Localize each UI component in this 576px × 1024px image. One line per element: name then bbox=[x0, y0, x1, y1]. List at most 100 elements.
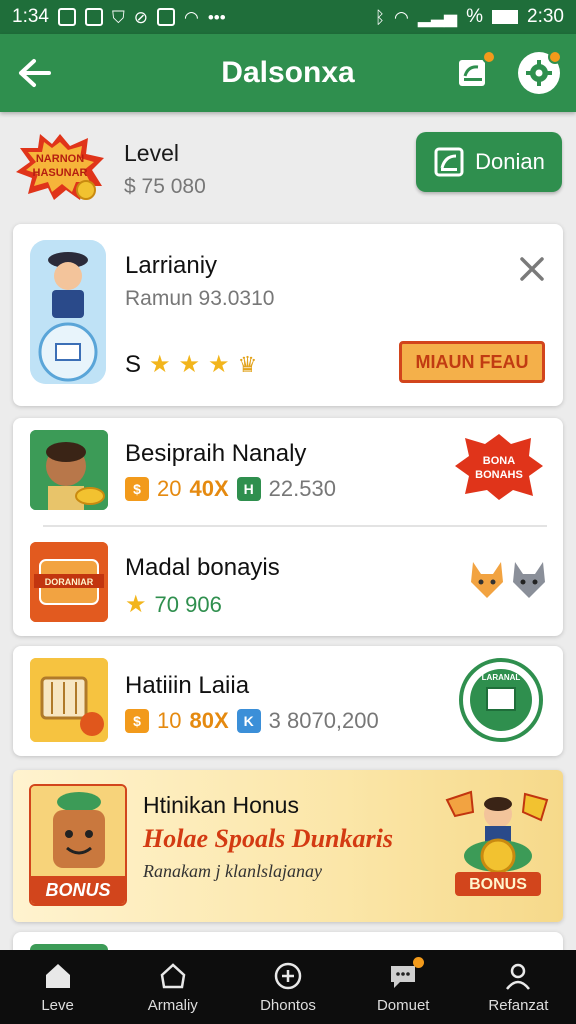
person-icon bbox=[506, 963, 531, 990]
multiplier: 40X bbox=[189, 476, 229, 501]
bonus-badge-icon: BONA BONAHS bbox=[455, 434, 543, 500]
list-item-title: Besipraih Nanaly bbox=[125, 440, 307, 467]
more-icon: ••• bbox=[207, 7, 226, 27]
list-divider bbox=[43, 525, 547, 527]
bluetooth-icon: ᛒ bbox=[374, 7, 386, 27]
notification-dot bbox=[548, 50, 562, 64]
pets-icon bbox=[467, 558, 551, 606]
featured-subtitle: Ramun 93.0310 bbox=[125, 287, 275, 310]
rating-prefix: S bbox=[125, 350, 142, 378]
donate-label: Donian bbox=[475, 149, 545, 174]
list-item[interactable]: DORANIAR Madal bonayis ★ 70 906 bbox=[13, 528, 563, 636]
close-icon[interactable] bbox=[517, 254, 547, 284]
level-badge-icon: NARNON HASUNAR bbox=[16, 134, 104, 200]
battery-icon bbox=[492, 10, 519, 24]
list-item-thumbnail bbox=[30, 658, 108, 742]
home-icon bbox=[45, 963, 70, 988]
house-outline-icon bbox=[160, 962, 186, 988]
promo-left-badge: BONUS bbox=[45, 880, 111, 900]
coin-chip-icon: $ bbox=[125, 477, 149, 501]
nav-item-dhontos[interactable]: Dhontos bbox=[230, 950, 345, 1024]
list-item-value: 70 906 bbox=[154, 591, 222, 617]
gallery-icon bbox=[156, 8, 175, 26]
notification-dot bbox=[482, 50, 496, 64]
wallet-button[interactable] bbox=[452, 50, 496, 94]
cat-icon bbox=[513, 562, 545, 598]
level-value: $ 75 080 bbox=[124, 175, 206, 198]
plus-circle-icon bbox=[274, 962, 302, 989]
status-time: 1:34 bbox=[12, 6, 49, 27]
bonus-chip-icon: K bbox=[236, 709, 261, 733]
nav-item-armaliy[interactable]: Armaliy bbox=[115, 950, 230, 1024]
list-card: Hatiiin Laiia $ 10 80X K 3 8070,200 LARA… bbox=[13, 646, 563, 756]
nav-label: Leve bbox=[41, 996, 74, 1014]
multiplier: 80X bbox=[189, 708, 229, 733]
amount: 3 8070,200 bbox=[268, 708, 379, 733]
list-item-thumbnail: DORANIAR bbox=[30, 542, 108, 622]
nav-item-refanzat[interactable]: Refanzat bbox=[461, 950, 576, 1024]
back-button[interactable] bbox=[0, 34, 70, 112]
featured-rating: S ★ ★ ★ ♛ bbox=[125, 350, 257, 379]
svg-text:DORANIAR: DORANIAR bbox=[45, 577, 94, 587]
star-icon: ★ bbox=[125, 591, 147, 618]
app-bar: Dalsonxa bbox=[0, 34, 576, 112]
chat-icon-wrap bbox=[388, 956, 425, 991]
cart-icon bbox=[30, 658, 108, 742]
list-item[interactable]: Besipraih Nanaly $ 20 40X H 22.530 BONA … bbox=[13, 418, 563, 526]
photo-icon bbox=[84, 8, 103, 26]
nav-label: Armaliy bbox=[147, 996, 198, 1014]
back-arrow-icon bbox=[19, 59, 51, 87]
no-image-icon: ⊘ bbox=[133, 7, 148, 27]
donate-button[interactable]: Donian bbox=[416, 132, 562, 192]
list-item-thumbnail bbox=[30, 430, 108, 510]
shield-icon: ⛉ bbox=[111, 7, 125, 27]
star-icon: ★ bbox=[178, 351, 201, 378]
nav-item-domuet[interactable]: Domuet bbox=[346, 950, 461, 1024]
bonus-chip-icon: H bbox=[236, 477, 261, 501]
cell-signal-icon: ▂▃▅ bbox=[417, 7, 458, 27]
list-item-title: Madal bonayis bbox=[125, 554, 280, 581]
list-item-stats: $ 20 40X H 22.530 bbox=[125, 476, 336, 502]
crown-icon: ♛ bbox=[237, 351, 258, 377]
svg-text:BONA: BONA bbox=[483, 455, 515, 467]
seal-icon: LARANAL bbox=[459, 658, 543, 742]
status-bar: 1:34 ⛉ ⊘ ◠ ••• ᛒ ◠ ▂▃▅ % 2:30 bbox=[0, 0, 576, 34]
list-item[interactable]: Hatiiin Laiia $ 10 80X K 3 8070,200 LARA… bbox=[13, 646, 563, 756]
promo-right-image: BONUS bbox=[443, 784, 553, 908]
star-icon: ★ bbox=[208, 351, 230, 378]
character-icon bbox=[30, 430, 108, 510]
promo-right-badge: BONUS bbox=[469, 876, 527, 893]
featured-title: Larrianiy bbox=[125, 252, 218, 279]
list-item-stats: $ 10 80X K 3 8070,200 bbox=[125, 708, 379, 734]
featured-cta-button[interactable]: MIAUN FEAU bbox=[399, 341, 545, 383]
svg-text:BONAHS: BONAHS bbox=[475, 469, 523, 481]
gear-icon bbox=[526, 60, 552, 86]
status-time-right: 2:30 bbox=[527, 6, 564, 27]
banner-icon: DORANIAR bbox=[30, 542, 108, 622]
svg-text:HASUNAR: HASUNAR bbox=[33, 167, 88, 179]
settings-button[interactable] bbox=[518, 50, 562, 94]
nav-label: Domuet bbox=[376, 996, 430, 1014]
nav-label: Refanzat bbox=[488, 996, 549, 1014]
fox-icon bbox=[471, 562, 503, 598]
svg-text:LARANAL: LARANAL bbox=[482, 673, 521, 682]
list-card: Besipraih Nanaly $ 20 40X H 22.530 BONA … bbox=[13, 418, 563, 636]
nav-label: Dhontos bbox=[260, 996, 316, 1014]
nav-item-leve[interactable]: Leve bbox=[0, 950, 115, 1024]
chip-value: 10 bbox=[157, 708, 182, 733]
battery-percent: % bbox=[466, 6, 484, 27]
list-item-title: Hatiiin Laiia bbox=[125, 672, 250, 699]
wifi-signal-icon: ◠ bbox=[394, 7, 409, 27]
notification-dot bbox=[413, 956, 425, 968]
level-label: Level bbox=[124, 140, 179, 166]
promo-subtitle: Ranakam j klanlslajanay bbox=[143, 861, 322, 881]
star-icon: ★ bbox=[149, 351, 171, 378]
coin-chip-icon: $ bbox=[125, 709, 149, 733]
character-icon bbox=[30, 240, 106, 384]
list-item-stats: ★ 70 906 bbox=[125, 590, 222, 619]
mail-icon bbox=[57, 8, 76, 26]
amount: 22.530 bbox=[268, 476, 336, 501]
promo-banner[interactable]: BONUS Htinikan Honus Holae Spoals Dunkar… bbox=[13, 770, 563, 922]
featured-card[interactable]: Larrianiy Ramun 93.0310 S ★ ★ ★ ♛ MIAUN … bbox=[13, 224, 563, 406]
bottom-navigation: Leve Armaliy Dhontos Domuet Refanzat bbox=[0, 950, 576, 1024]
